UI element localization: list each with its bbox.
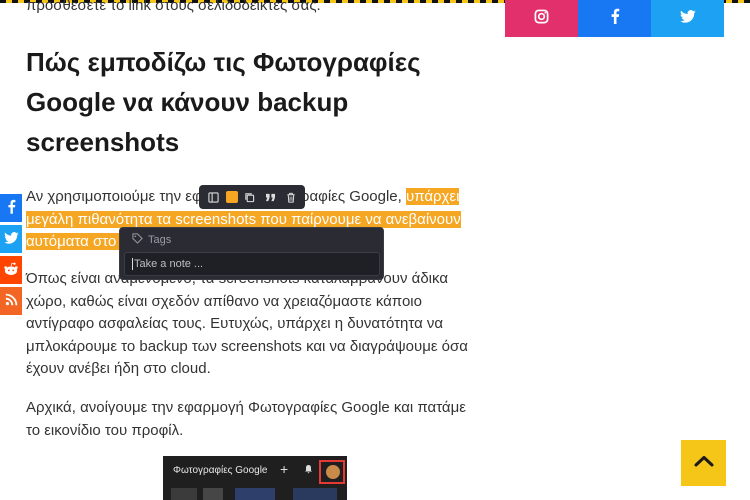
note-input[interactable]: Take a note ... — [124, 252, 380, 276]
intro-line: προσθέσετε το link στους σελιδοδείκτες σ… — [26, 0, 321, 14]
facebook-icon — [610, 8, 620, 29]
plus-icon: + — [280, 461, 289, 477]
blurred-thumbnail — [235, 488, 275, 500]
twitter-icon — [679, 9, 696, 28]
color-swatch[interactable] — [225, 191, 238, 203]
blurred-thumbnail — [203, 488, 223, 500]
rss-icon — [5, 293, 18, 309]
share-rss-button[interactable] — [0, 287, 22, 315]
sidebar-icon[interactable] — [205, 189, 221, 205]
article-heading: Πώς εμποδίζω τις Φωτογραφίες Google να κ… — [26, 47, 421, 157]
note-popup: Tags Take a note ... — [119, 227, 384, 280]
text-caret — [132, 258, 133, 270]
embedded-screenshot: Φωτογραφίες Google + — [163, 456, 347, 500]
facebook-button[interactable] — [578, 0, 651, 37]
note-placeholder: Take a note ... — [134, 258, 204, 270]
share-reddit-button[interactable] — [0, 256, 22, 284]
share-twitter-button[interactable] — [0, 225, 22, 253]
paragraph-3: Αρχικά, ανοίγουμε την εφαρμογή Φωτογραφί… — [26, 399, 466, 439]
share-facebook-button[interactable] — [0, 194, 22, 222]
instagram-button[interactable] — [505, 0, 578, 37]
chevron-up-icon — [694, 454, 714, 472]
blurred-thumbnail — [171, 488, 197, 500]
twitter-button[interactable] — [651, 0, 724, 37]
instagram-icon — [534, 9, 549, 29]
twitter-icon — [3, 231, 19, 247]
screenshot-title: Φωτογραφίες Google — [173, 465, 268, 476]
facebook-icon — [7, 199, 16, 217]
paragraph-2: Όπως είναι αναμενόμενο, τα screenshots κ… — [26, 270, 468, 377]
copy-icon[interactable] — [242, 189, 258, 205]
highlight-toolbar — [199, 185, 305, 209]
share-rail — [0, 194, 22, 318]
avatar-icon — [319, 460, 345, 484]
tags-row[interactable]: Tags — [132, 233, 171, 247]
blurred-thumbnail — [293, 488, 337, 500]
trash-icon[interactable] — [283, 189, 299, 205]
tags-label: Tags — [148, 234, 172, 246]
bell-icon — [304, 464, 313, 477]
back-to-top-button[interactable] — [681, 440, 726, 486]
social-follow-bar — [505, 0, 724, 37]
tag-icon — [132, 233, 143, 247]
quote-icon[interactable] — [262, 189, 278, 205]
reddit-icon — [3, 262, 19, 279]
